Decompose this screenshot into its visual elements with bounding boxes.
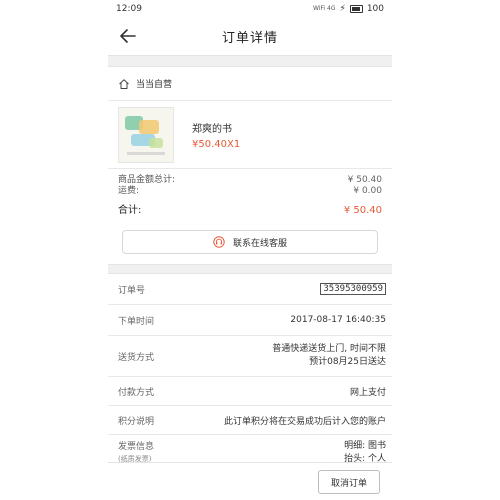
order-time-label: 下单时间 <box>118 316 155 327</box>
goods-amount-label: 商品金额总计: <box>118 175 176 185</box>
section-divider <box>108 264 392 274</box>
phone-screen: 12:09 WiFi 4G ⚡ 100 订单详情 当当自营 郑爽的书 ¥50.4… <box>108 0 392 500</box>
cancel-order-button[interactable]: 取消订单 <box>318 470 380 494</box>
home-icon <box>119 78 129 89</box>
product-item[interactable]: 郑爽的书 ¥50.40X1 <box>108 101 392 169</box>
delivery-method: 普通快递送货上门, 时间不限 <box>272 344 386 354</box>
contact-service-label: 联系在线客服 <box>232 238 287 249</box>
product-price: ¥50.40X1 <box>192 138 241 150</box>
payment-row: 付款方式 网上支付 <box>108 377 392 406</box>
back-arrow-icon[interactable] <box>118 26 138 46</box>
contact-service-button[interactable]: 联系在线客服 <box>122 230 378 254</box>
product-title[interactable]: 郑爽的书 <box>192 120 240 135</box>
invoice-detail: 明细: 图书 <box>344 441 386 451</box>
total-row: 合计: ¥ 50.40 <box>118 204 382 218</box>
charging-icon: ⚡ <box>339 3 346 14</box>
points-label: 积分说明 <box>118 416 155 427</box>
delivery-row: 送货方式 普通快递送货上门, 时间不限 预计08月25日送达 <box>108 336 392 377</box>
store-row[interactable]: 当当自营 <box>108 67 392 101</box>
status-bar: 12:09 WiFi 4G ⚡ 100 <box>108 0 392 17</box>
total-label: 合计: <box>118 205 142 216</box>
headset-icon <box>213 236 225 248</box>
network-label: WiFi 4G <box>312 5 336 12</box>
total-value: ¥ 50.40 <box>343 205 382 216</box>
bottom-action-bar: 取消订单 <box>108 462 392 500</box>
delivery-label: 送货方式 <box>118 352 155 363</box>
points-row: 积分说明 此订单积分将在交易成功后计入您的账户 <box>108 406 392 435</box>
shipping-row: 运费: ¥ 0.00 <box>118 186 382 197</box>
order-time-row: 下单时间 2017-08-17 16:40:35 <box>108 305 392 336</box>
invoice-label: 发票信息 <box>118 442 155 452</box>
order-number-label: 订单号 <box>118 285 146 296</box>
section-divider <box>108 55 392 67</box>
points-value: 此订单积分将在交易成功后计入您的账户 <box>223 416 386 427</box>
store-name: 当当自营 <box>136 80 173 90</box>
delivery-estimate: 预计08月25日送达 <box>309 357 386 367</box>
product-info: 郑爽的书 ¥50.40X1 <box>192 120 240 150</box>
shipping-label: 运费: <box>118 186 140 196</box>
service-section: 联系在线客服 <box>108 218 392 264</box>
order-time-value: 2017-08-17 16:40:35 <box>290 315 386 325</box>
delivery-value: 普通快递送货上门, 时间不限 预计08月25日送达 <box>272 343 386 369</box>
battery-level: 100 <box>366 3 384 14</box>
price-summary: 商品金额总计: ¥ 50.40 运费: ¥ 0.00 合计: ¥ 50.40 <box>108 169 392 218</box>
book-cover-image[interactable] <box>118 106 174 163</box>
top-bar: 订单详情 <box>108 17 392 55</box>
battery-icon <box>349 4 363 13</box>
page-title: 订单详情 <box>221 30 278 46</box>
order-number-value[interactable]: 35395300959 <box>320 283 386 295</box>
shipping-value: ¥ 0.00 <box>353 186 382 196</box>
goods-amount-row: 商品金额总计: ¥ 50.40 <box>118 175 382 186</box>
order-number-row: 订单号 35395300959 <box>108 274 392 305</box>
payment-value: 网上支付 <box>349 387 386 398</box>
status-indicators: WiFi 4G ⚡ 100 <box>313 4 384 14</box>
status-time: 12:09 <box>116 3 142 14</box>
payment-label: 付款方式 <box>118 387 155 398</box>
goods-amount-value: ¥ 50.40 <box>347 175 382 185</box>
